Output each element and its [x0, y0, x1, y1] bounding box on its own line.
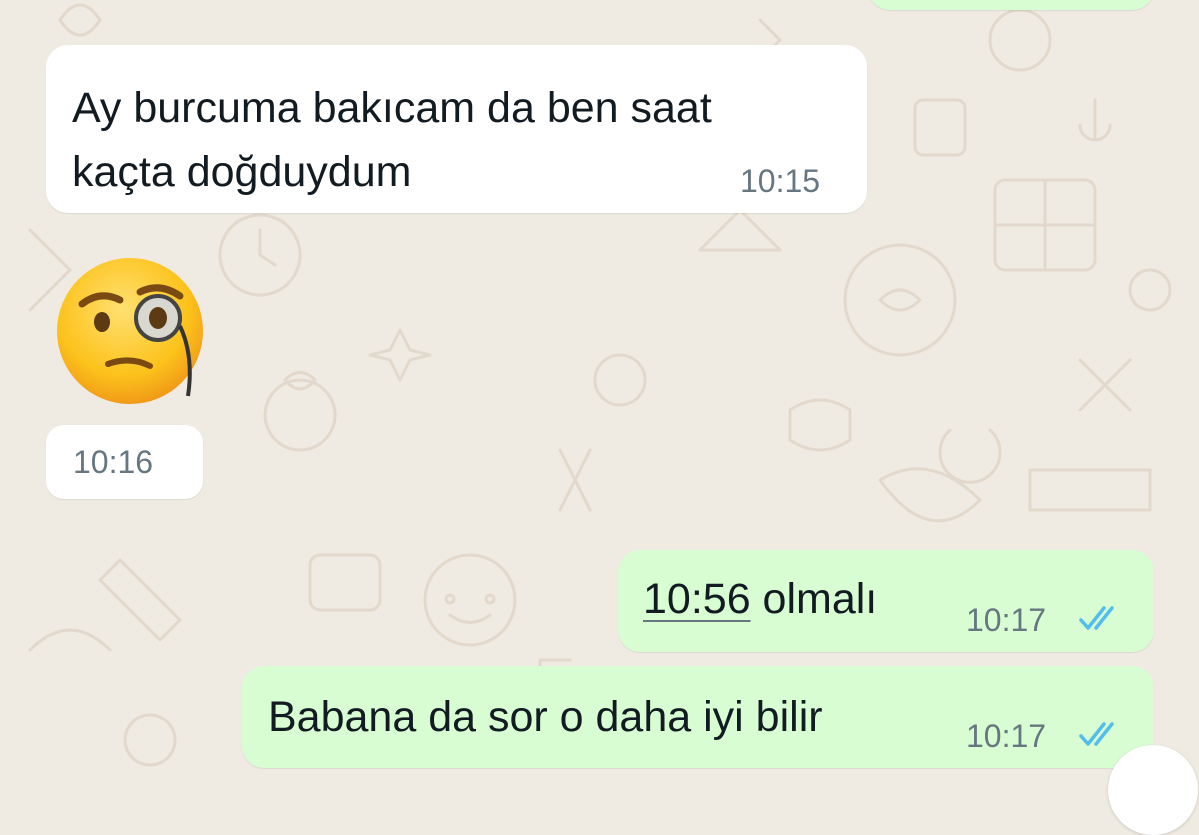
incoming-message-bubble[interactable]: 10:16 [46, 425, 203, 499]
read-double-check-icon [1079, 606, 1114, 630]
time-link[interactable]: 10:56 [643, 575, 751, 623]
message-timestamp: 10:17 [966, 602, 1047, 638]
message-text-line-1: Ay burcuma bakıcam da ben saat [72, 84, 712, 132]
outgoing-message-bubble[interactable]: Babana da sor o daha iyi bilir 10:17 [242, 666, 1154, 768]
outgoing-message-bubble[interactable]: 10:56 olmalı 10:17 [618, 550, 1154, 652]
outgoing-message-bubble-partial [868, 0, 1154, 10]
scroll-to-bottom-button[interactable] [1108, 745, 1198, 835]
read-double-check-icon [1079, 722, 1114, 746]
face-with-monocle-icon[interactable] [56, 256, 206, 406]
message-timestamp: 10:17 [966, 718, 1047, 754]
message-text-line-2: kaçta doğduydum [72, 148, 412, 196]
message-text: 10:56 olmalı [643, 568, 877, 630]
message-timestamp: 10:16 [73, 444, 154, 480]
incoming-message-bubble[interactable]: Ay burcuma bakıcam da ben saat kaçta doğ… [46, 45, 867, 213]
message-timestamp: 10:15 [740, 163, 821, 199]
message-text-body: olmalı [750, 575, 878, 623]
message-text: Babana da sor o daha iyi bilir [268, 693, 823, 741]
